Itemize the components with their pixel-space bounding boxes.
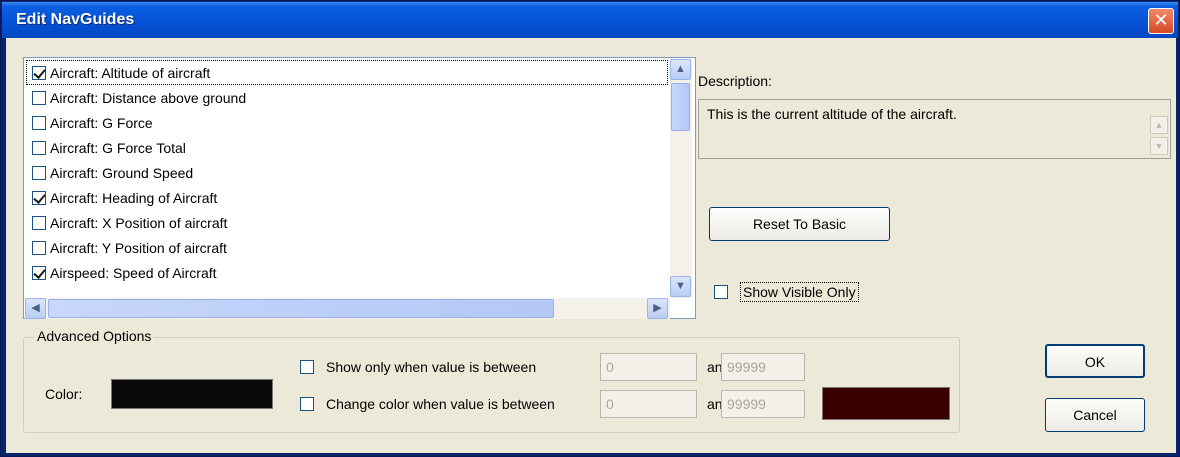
- scroll-right-button[interactable]: ▶: [647, 298, 668, 319]
- navguide-list-item[interactable]: Airspeed: Speed of Aircraft: [26, 260, 668, 285]
- close-button[interactable]: ✕: [1148, 8, 1174, 34]
- advanced-options-group: Advanced Options Color: Show only when v…: [23, 328, 960, 433]
- scroll-up-icon: ▲: [1154, 120, 1164, 130]
- checkbox-box[interactable]: [714, 285, 728, 299]
- navguide-list-item[interactable]: Aircraft: Distance above ground: [26, 85, 668, 110]
- list-item-label: Aircraft: X Position of aircraft: [50, 214, 228, 231]
- horizontal-scroll-thumb[interactable]: [48, 299, 554, 318]
- dialog-body: Aircraft: Altitude of aircraft Aircraft: …: [6, 38, 1176, 453]
- close-icon: ✕: [1153, 10, 1169, 30]
- title-bar[interactable]: Edit NavGuides ✕: [2, 2, 1178, 38]
- description-label: Description:: [698, 73, 772, 89]
- list-item-label: Aircraft: G Force Total: [50, 139, 186, 156]
- ok-button[interactable]: OK: [1045, 344, 1145, 378]
- list-item-checkbox[interactable]: [32, 65, 46, 80]
- description-box: This is the current altitude of the airc…: [698, 99, 1171, 159]
- scroll-right-icon: ▶: [653, 302, 662, 314]
- list-item-label: Aircraft: Ground Speed: [50, 164, 194, 181]
- change-color-max-input[interactable]: 99999: [721, 390, 805, 418]
- list-item-label: Airspeed: Speed of Aircraft: [50, 264, 217, 281]
- checkbox-box[interactable]: [300, 360, 314, 374]
- show-visible-only-checkbox[interactable]: Show Visible Only: [714, 282, 859, 302]
- list-item-checkbox[interactable]: [32, 240, 46, 255]
- change-color-between-label: Change color when value is between: [326, 396, 555, 412]
- show-only-min-input[interactable]: 0: [600, 353, 697, 381]
- reset-to-basic-button[interactable]: Reset To Basic: [709, 207, 890, 241]
- show-only-between-checkbox[interactable]: Show only when value is between: [300, 359, 536, 375]
- vertical-scroll-thumb[interactable]: [671, 83, 690, 131]
- list-item-label: Aircraft: Altitude of aircraft: [50, 64, 211, 81]
- list-item-label: Aircraft: Y Position of aircraft: [50, 239, 227, 256]
- change-color-min-input[interactable]: 0: [600, 390, 697, 418]
- list-item-label: Aircraft: Heading of Aircraft: [50, 189, 218, 206]
- scroll-down-icon: ▼: [675, 280, 686, 292]
- horizontal-scrollbar[interactable]: ◀ ▶: [25, 298, 670, 319]
- description-scroll-up-button: ▲: [1150, 116, 1168, 134]
- list-item-checkbox[interactable]: [32, 215, 46, 230]
- show-only-between-label: Show only when value is between: [326, 359, 537, 375]
- scroll-left-button[interactable]: ◀: [25, 298, 46, 319]
- list-item-checkbox[interactable]: [32, 165, 46, 180]
- vertical-scrollbar[interactable]: ▲ ▼: [670, 59, 692, 298]
- description-text: This is the current altitude of the airc…: [707, 106, 957, 122]
- navguide-list-item[interactable]: Aircraft: Heading of Aircraft: [26, 185, 668, 210]
- navguide-list[interactable]: Aircraft: Altitude of aircraft Aircraft: …: [23, 57, 696, 319]
- navguide-list-item[interactable]: Aircraft: G Force: [26, 110, 668, 135]
- scroll-up-button[interactable]: ▲: [670, 59, 691, 80]
- color-label: Color:: [45, 386, 83, 402]
- list-item-checkbox[interactable]: [32, 140, 46, 155]
- list-item-checkbox[interactable]: [32, 265, 46, 280]
- show-only-max-input[interactable]: 99999: [721, 353, 805, 381]
- color-swatch[interactable]: [111, 379, 273, 409]
- edit-navguides-dialog: Edit NavGuides ✕ Aircraft: Altitude of a…: [0, 0, 1180, 457]
- list-item-checkbox[interactable]: [32, 90, 46, 105]
- navguide-list-item[interactable]: Aircraft: Y Position of aircraft: [26, 235, 668, 260]
- change-color-swatch[interactable]: [822, 387, 950, 420]
- description-scroll-down-button: ▼: [1150, 137, 1168, 155]
- show-visible-only-label: Show Visible Only: [740, 282, 859, 302]
- advanced-options-legend: Advanced Options: [34, 328, 155, 344]
- scroll-down-icon: ▼: [1154, 141, 1164, 151]
- navguide-list-item[interactable]: Aircraft: Ground Speed: [26, 160, 668, 185]
- navguide-list-item[interactable]: Aircraft: Altitude of aircraft: [26, 60, 668, 85]
- list-item-label: Aircraft: G Force: [50, 114, 153, 131]
- navguide-list-item[interactable]: Aircraft: G Force Total: [26, 135, 668, 160]
- description-scrollbar: ▲ ▼: [1150, 102, 1168, 156]
- list-item-checkbox[interactable]: [32, 115, 46, 130]
- change-color-between-checkbox[interactable]: Change color when value is between: [300, 396, 555, 412]
- scroll-down-button[interactable]: ▼: [670, 276, 691, 297]
- navguide-list-item[interactable]: Aircraft: X Position of aircraft: [26, 210, 668, 235]
- checkbox-box[interactable]: [300, 397, 314, 411]
- cancel-button[interactable]: Cancel: [1045, 398, 1145, 432]
- list-item-checkbox[interactable]: [32, 190, 46, 205]
- scroll-up-icon: ▲: [675, 63, 686, 75]
- scroll-left-icon: ◀: [31, 302, 40, 314]
- navguide-list-items: Aircraft: Altitude of aircraft Aircraft: …: [26, 60, 668, 296]
- list-item-label: Aircraft: Distance above ground: [50, 89, 247, 106]
- window-title: Edit NavGuides: [16, 11, 135, 28]
